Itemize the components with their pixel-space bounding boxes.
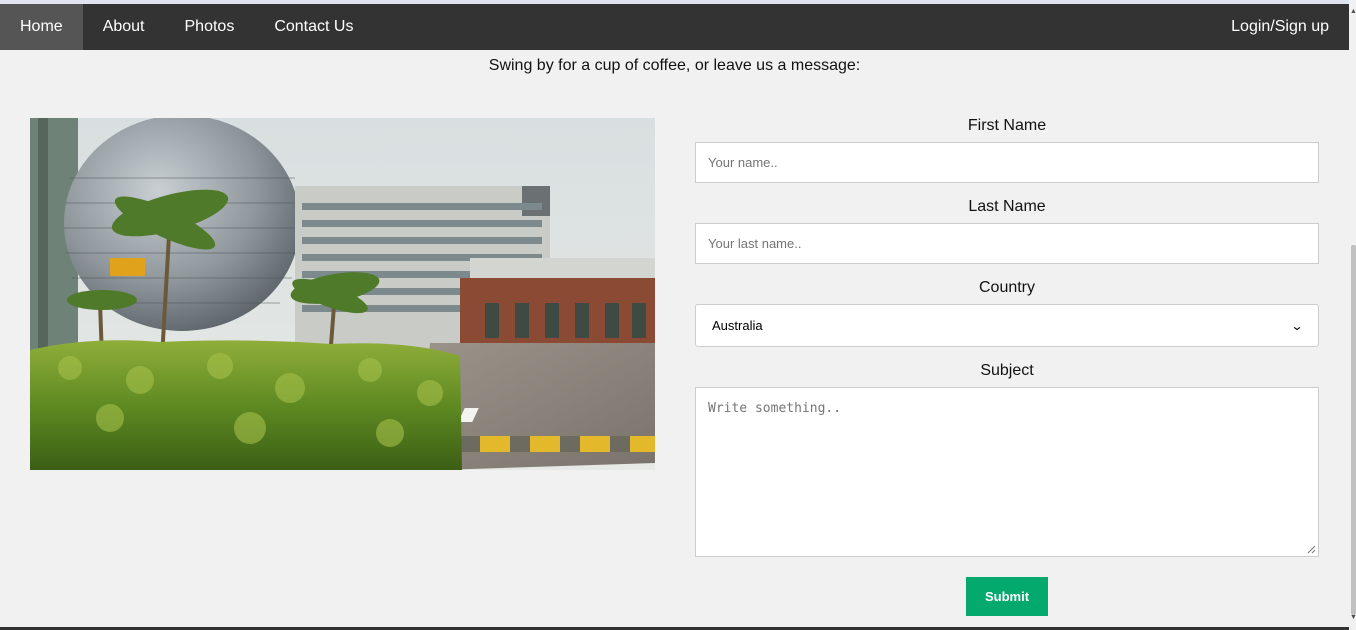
chevron-down-icon: ⌄: [1290, 318, 1304, 333]
campus-photo: [30, 118, 655, 470]
contact-tagline: Swing by for a cup of coffee, or leave u…: [488, 57, 861, 74]
scrollbar-thumb[interactable]: [1351, 245, 1356, 615]
nav-home[interactable]: Home: [0, 4, 83, 50]
subject-label: Subject: [980, 362, 1034, 379]
resize-grip-icon[interactable]: [1306, 544, 1316, 554]
last-name-label: Last Name: [968, 198, 1046, 215]
page: Home About Photos Contact Us Login/Sign …: [0, 0, 1356, 630]
last-name-placeholder: Your last name..: [708, 236, 802, 251]
top-navbar: Home About Photos Contact Us Login/Sign …: [0, 4, 1349, 50]
nav-about[interactable]: About: [83, 4, 165, 50]
country-select[interactable]: Australia ⌄: [695, 304, 1319, 347]
last-name-input[interactable]: Your last name..: [695, 223, 1319, 264]
country-label: Country: [978, 279, 1036, 296]
nav-login-signup[interactable]: Login/Sign up: [1211, 4, 1349, 50]
scroll-down-arrow-icon[interactable]: ▼: [1350, 614, 1356, 621]
subject-placeholder: Write something..: [708, 401, 842, 416]
country-selected-value: Australia: [712, 318, 763, 333]
submit-button[interactable]: Submit: [966, 577, 1048, 616]
first-name-label: First Name: [967, 117, 1047, 134]
nav-photos[interactable]: Photos: [165, 4, 255, 50]
campus-photo-illustration: [30, 118, 655, 470]
contact-form: First Name Your name.. Last Name Your la…: [695, 116, 1319, 616]
subject-textarea[interactable]: Write something..: [695, 387, 1319, 557]
first-name-input[interactable]: Your name..: [695, 142, 1319, 183]
page-scrollbar[interactable]: ▲ ▼: [1349, 0, 1356, 630]
scroll-up-arrow-icon[interactable]: ▲: [1350, 8, 1356, 15]
submit-wrap: Submit: [695, 577, 1319, 616]
first-name-placeholder: Your name..: [708, 155, 778, 170]
nav-contact-us[interactable]: Contact Us: [254, 4, 373, 50]
